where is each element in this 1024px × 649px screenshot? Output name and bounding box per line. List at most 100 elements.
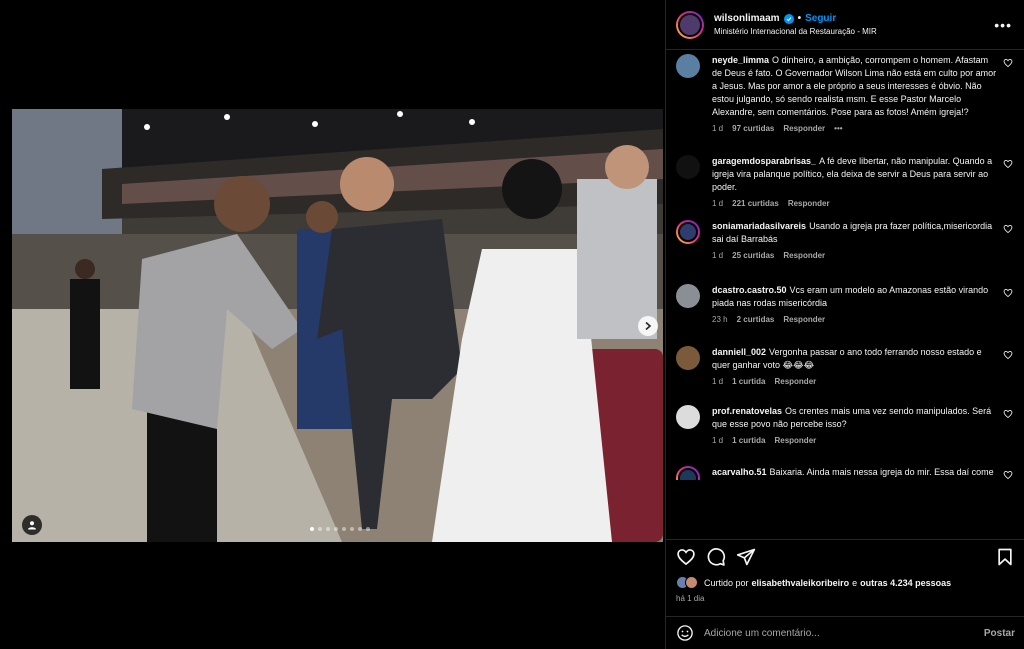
comment-body: soniamariadasilvareis Usando a igreja pra… <box>712 220 1013 260</box>
comment-likes[interactable]: 97 curtidas <box>732 124 774 133</box>
commenter-avatar[interactable] <box>676 220 700 244</box>
add-comment-bar: Postar <box>666 616 1024 649</box>
chevron-right-icon <box>645 321 652 331</box>
emoji-icon[interactable] <box>676 624 694 642</box>
likes-count[interactable]: outras 4.234 pessoas <box>860 578 951 588</box>
comment-meta: 23 h 2 curtidas Responder <box>712 315 997 324</box>
carousel-dot <box>366 527 370 531</box>
comment-meta: 1 d 221 curtidas Responder <box>712 199 997 208</box>
comment-item: danniell_002 Vergonha passar o ano todo f… <box>676 346 1013 386</box>
comment-heart-icon[interactable] <box>1003 159 1013 169</box>
likes-prefix: Curtido por <box>704 577 749 588</box>
commenter-avatar[interactable] <box>676 155 700 179</box>
comment-likes[interactable]: 221 curtidas <box>732 199 779 208</box>
comment-username[interactable]: dcastro.castro.50 <box>712 285 787 295</box>
post-comment-button[interactable]: Postar <box>984 628 1015 639</box>
commenter-avatar[interactable] <box>676 54 700 78</box>
post-photo-illustration <box>12 109 663 542</box>
comment-username[interactable]: soniamariadasilvareis <box>712 221 806 231</box>
comment-body: acarvalho.51 Baixaria. Ainda mais nessa i… <box>712 466 1013 480</box>
comment-time: 1 d <box>712 199 724 208</box>
comment-username[interactable]: danniell_002 <box>712 347 766 357</box>
comment-item: acarvalho.51 Baixaria. Ainda mais nessa i… <box>676 466 1013 480</box>
carousel-dot <box>350 527 354 531</box>
comment-body: neyde_limma O dinheiro, a ambição, corrom… <box>712 54 1013 133</box>
comment-text-block: soniamariadasilvareis Usando a igreja pra… <box>712 220 997 246</box>
comment-time: 1 d <box>712 377 724 386</box>
comment-item: garagemdosparabrisas_ A fé deve libertar,… <box>676 155 1013 208</box>
reply-button[interactable]: Responder <box>783 315 825 324</box>
post-photo[interactable] <box>12 109 663 542</box>
comment-text-block: prof.renatovelas Os crentes mais uma vez … <box>712 405 997 431</box>
comment-time: 1 d <box>712 251 724 260</box>
commenter-avatar[interactable] <box>676 346 700 370</box>
heart-icon[interactable] <box>676 547 696 567</box>
photo-area <box>0 0 665 649</box>
comment-item: dcastro.castro.50 Vcs eram um modelo ao A… <box>676 284 1013 324</box>
comment-body: dcastro.castro.50 Vcs eram um modelo ao A… <box>712 284 1013 324</box>
comment-username[interactable]: acarvalho.51 <box>712 467 767 477</box>
carousel-indicator <box>310 527 370 531</box>
comment-input[interactable] <box>704 627 984 639</box>
carousel-dot <box>342 527 346 531</box>
comment-likes[interactable]: 2 curtidas <box>737 315 775 324</box>
carousel-dot <box>310 527 314 531</box>
comment-body: prof.renatovelas Os crentes mais uma vez … <box>712 405 1013 445</box>
bookmark-icon[interactable] <box>995 547 1015 567</box>
commenter-avatar[interactable] <box>676 405 700 429</box>
comment-time: 1 d <box>712 436 724 445</box>
comment-text-block: neyde_limma O dinheiro, a ambição, corrom… <box>712 54 997 119</box>
tagged-users-button[interactable] <box>22 515 42 535</box>
person-icon <box>28 521 36 530</box>
comment-meta: 1 d 1 curtida Responder <box>712 377 997 386</box>
reply-button[interactable]: Responder <box>788 199 830 208</box>
comment-heart-icon[interactable] <box>1003 288 1013 298</box>
comment-item: soniamariadasilvareis Usando a igreja pra… <box>676 220 1013 260</box>
post-side-panel: wilsonlimaam • Seguir Ministério Interna… <box>665 0 1024 649</box>
comment-icon[interactable] <box>706 547 726 567</box>
comment-more-button[interactable]: ••• <box>834 124 842 133</box>
commenter-avatar[interactable] <box>676 284 700 308</box>
comment-meta: 1 d 97 curtidas Responder ••• <box>712 124 997 133</box>
reply-button[interactable]: Responder <box>774 436 816 445</box>
reply-button[interactable]: Responder <box>783 124 825 133</box>
liker-username[interactable]: elisabethvaleikoribeiro <box>752 578 850 588</box>
carousel-dot <box>358 527 362 531</box>
comment-username[interactable]: neyde_limma <box>712 55 769 65</box>
comment-meta: 1 d 1 curtida Responder <box>712 436 997 445</box>
commenter-avatar[interactable] <box>676 466 700 480</box>
comment-heart-icon[interactable] <box>1003 409 1013 419</box>
comment-likes[interactable]: 1 curtida <box>732 436 765 445</box>
comment-likes[interactable]: 1 curtida <box>732 377 765 386</box>
comment-heart-icon[interactable] <box>1003 350 1013 360</box>
post-time: há 1 dia <box>676 594 705 603</box>
comment-time: 23 h <box>712 315 728 324</box>
carousel-dot <box>334 527 338 531</box>
comment-heart-icon[interactable] <box>1003 470 1013 480</box>
carousel-dot <box>326 527 330 531</box>
likes-connector: e <box>852 577 858 588</box>
comment-username[interactable]: garagemdosparabrisas_ <box>712 156 816 166</box>
reply-button[interactable]: Responder <box>774 377 816 386</box>
likes-summary: Curtido por elisabethvaleikoribeiro e ou… <box>676 576 951 589</box>
comment-likes[interactable]: 25 curtidas <box>732 251 774 260</box>
comment-body: garagemdosparabrisas_ A fé deve libertar,… <box>712 155 1013 208</box>
comment-username[interactable]: prof.renatovelas <box>712 406 782 416</box>
comments-list: neyde_limma O dinheiro, a ambição, corrom… <box>666 0 1024 480</box>
share-icon[interactable] <box>736 547 756 567</box>
comment-time: 1 d <box>712 124 724 133</box>
liker-avatar <box>685 576 698 589</box>
comment-text-block: garagemdosparabrisas_ A fé deve libertar,… <box>712 155 997 194</box>
carousel-dot <box>318 527 322 531</box>
action-bar <box>666 539 1024 573</box>
comment-heart-icon[interactable] <box>1003 224 1013 234</box>
reply-button[interactable]: Responder <box>783 251 825 260</box>
comment-text-block: acarvalho.51 Baixaria. Ainda mais nessa i… <box>712 466 997 480</box>
comment-item: neyde_limma O dinheiro, a ambição, corrom… <box>676 54 1013 133</box>
comment-meta: 1 d 25 curtidas Responder <box>712 251 997 260</box>
comment-text-block: danniell_002 Vergonha passar o ano todo f… <box>712 346 997 372</box>
comment-item: prof.renatovelas Os crentes mais uma vez … <box>676 405 1013 445</box>
comment-heart-icon[interactable] <box>1003 58 1013 68</box>
next-photo-button[interactable] <box>638 316 658 336</box>
comment-text-block: dcastro.castro.50 Vcs eram um modelo ao A… <box>712 284 997 310</box>
